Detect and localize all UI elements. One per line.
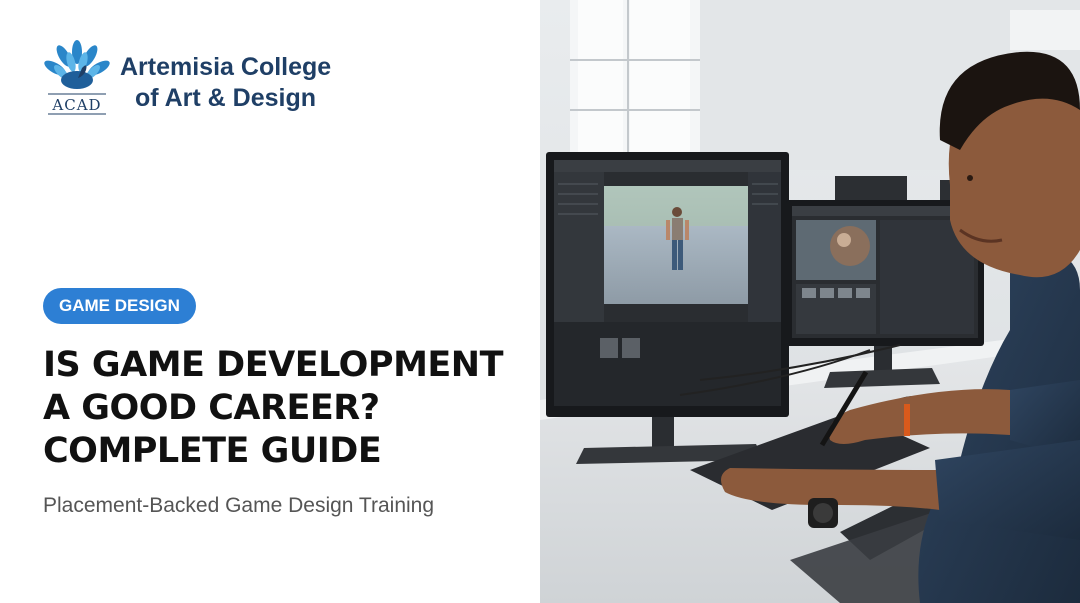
headline: IS GAME DEVELOPMENT A GOOD CAREER? COMPL… (43, 344, 523, 473)
category-badge: GAME DESIGN (43, 288, 196, 324)
college-name: Artemisia College of Art & Design (120, 52, 331, 114)
headline-line3: COMPLETE GUIDE (43, 431, 382, 471)
photo-illustration (540, 0, 1080, 603)
subheadline: Placement-Backed Game Design Training (43, 494, 435, 517)
game-developer-photo (540, 0, 1080, 603)
headline-line2: A GOOD CAREER? (43, 388, 380, 428)
college-name-line2: of Art & Design (135, 84, 317, 112)
college-name-line1: Artemisia College (120, 53, 332, 81)
acad-peacock-logo-icon: ACAD (44, 40, 110, 115)
headline-line1: IS GAME DEVELOPMENT (43, 345, 503, 385)
logo-text: ACAD (51, 96, 101, 114)
title-panel: ACAD Artemisia College of Art & Design G… (0, 0, 540, 603)
